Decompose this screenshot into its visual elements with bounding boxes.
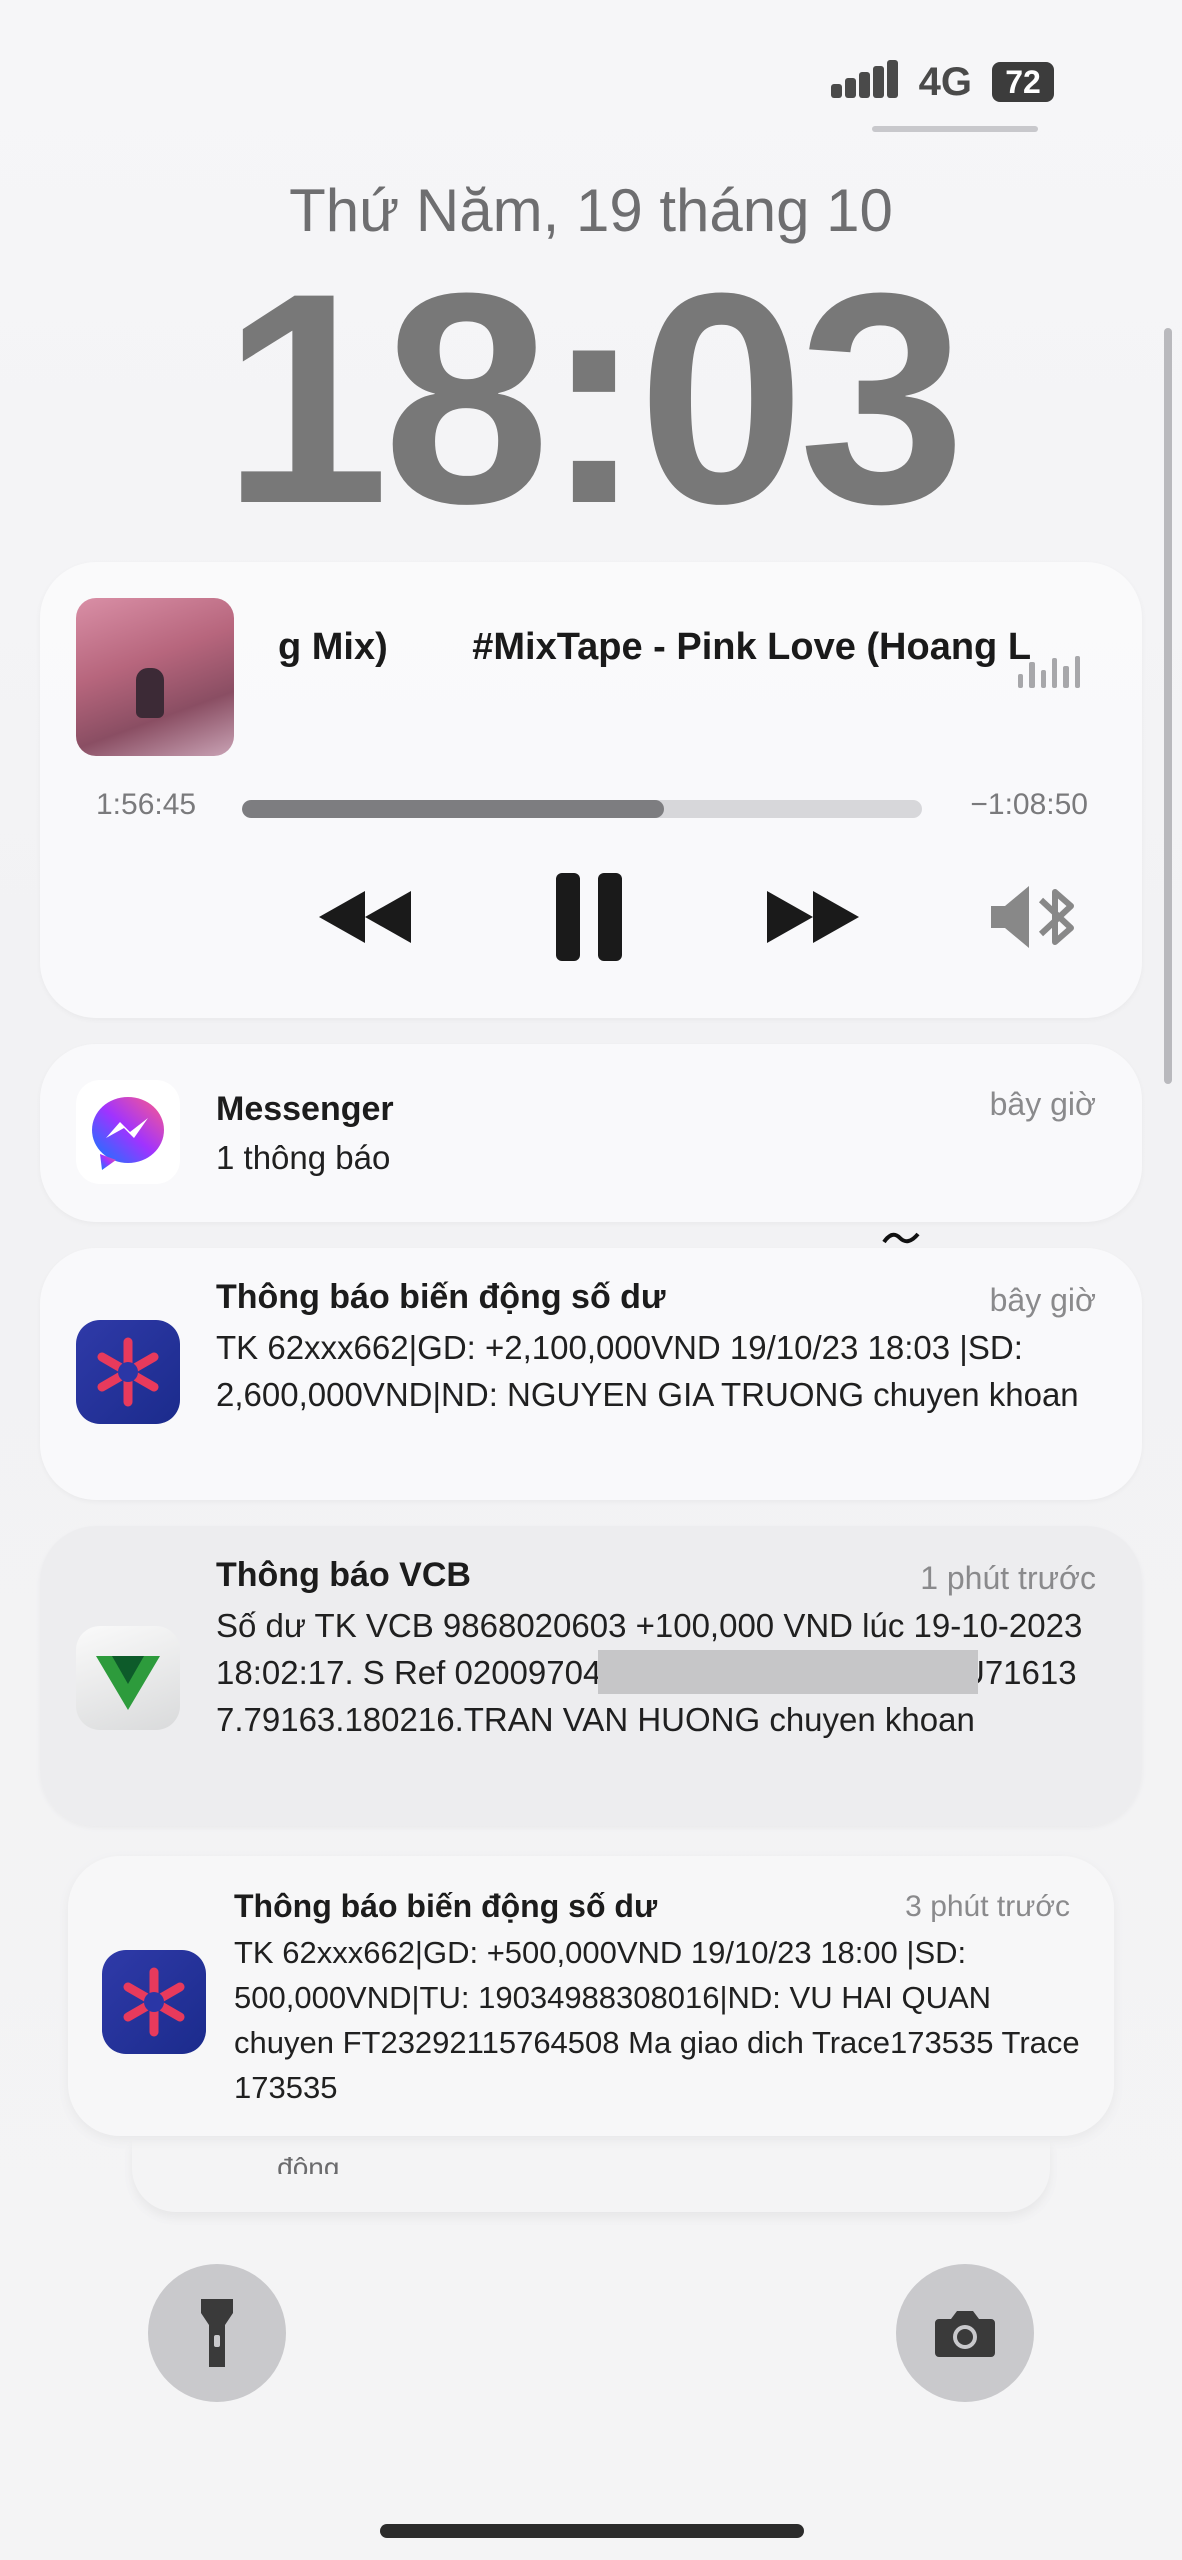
pause-icon <box>556 873 622 961</box>
bluetooth-speaker-icon <box>991 886 1074 948</box>
pause-button[interactable] <box>534 862 644 972</box>
notification-bank-balance-1[interactable]: Thông báo biến động số dư bây giờ TK 62x… <box>40 1248 1142 1500</box>
notification-bank-balance-2[interactable]: Thông báo biến động số dư 3 phút trước T… <box>68 1856 1114 2136</box>
stacked-notification-text: ... động <box>246 2152 340 2174</box>
decorative-glyph <box>880 1228 922 1248</box>
notification-body: TK 62xxx662|GD: +500,000VND 19/10/23 18:… <box>234 1935 1080 2105</box>
rewind-icon <box>319 891 411 943</box>
notification-time: bây giờ <box>989 1282 1096 1318</box>
playback-scrubber[interactable] <box>242 800 922 818</box>
redaction-bar <box>598 1650 978 1694</box>
vcb-app-icon <box>76 1626 180 1730</box>
lock-time: 18:03 <box>222 230 965 566</box>
notification-title: Thông báo VCB <box>216 1556 471 1594</box>
notification-messenger[interactable]: Messenger bây giờ 1 thông báo <box>40 1044 1142 1222</box>
now-playing-widget[interactable]: g Mix) #MixTape - Pink Love (Hoang L 1:5… <box>40 562 1142 1018</box>
audio-output-button[interactable] <box>980 862 1090 972</box>
stacked-notification-edge[interactable] <box>132 2140 1050 2212</box>
messenger-app-icon <box>76 1080 180 1184</box>
camera-button[interactable] <box>896 2264 1034 2402</box>
notification-title: Thông báo biến động số dư <box>216 1278 666 1316</box>
lock-screen: 4G 72 Thứ Năm, 19 tháng 10 18:03 g Mix) … <box>0 0 1182 2560</box>
battery-icon: 72 <box>992 62 1054 102</box>
flashlight-icon <box>201 2299 233 2367</box>
track-title: g Mix) #MixTape - Pink Love (Hoang L <box>278 626 1032 668</box>
notification-body: TK 62xxx662|GD: +2,100,000VND 19/10/23 1… <box>216 1329 1079 1413</box>
remaining-time: −1:08:50 <box>970 788 1088 821</box>
status-underline <box>872 126 1038 132</box>
status-bar: 4G 72 <box>830 52 1054 112</box>
notification-body: 1 thông báo <box>216 1139 391 1176</box>
network-type: 4G <box>918 59 972 104</box>
notification-time: bây giờ <box>989 1086 1096 1122</box>
home-indicator[interactable] <box>380 2524 804 2538</box>
bank-app-icon <box>102 1950 206 2054</box>
audio-level-icon <box>1018 648 1080 688</box>
bank-app-icon <box>76 1320 180 1424</box>
scroll-indicator <box>1164 328 1172 1084</box>
playback-controls <box>40 862 1142 992</box>
playback-progress-fill <box>242 800 664 818</box>
notification-time: 1 phút trước <box>920 1560 1096 1596</box>
fast-forward-icon <box>767 891 859 943</box>
notification-time: 3 phút trước <box>905 1890 1070 1923</box>
elapsed-time: 1:56:45 <box>96 788 197 821</box>
flashlight-button[interactable] <box>148 2264 286 2402</box>
notification-title: Thông báo biến động số dư <box>234 1888 658 1924</box>
signal-icon <box>830 60 899 104</box>
camera-icon <box>935 2311 995 2357</box>
notification-vcb[interactable]: Thông báo VCB 1 phút trước Số dư TK VCB … <box>40 1526 1142 1826</box>
album-art[interactable] <box>76 598 234 756</box>
fast-forward-button[interactable] <box>758 862 868 972</box>
rewind-button[interactable] <box>310 862 420 972</box>
notification-title: Messenger <box>216 1090 394 1128</box>
